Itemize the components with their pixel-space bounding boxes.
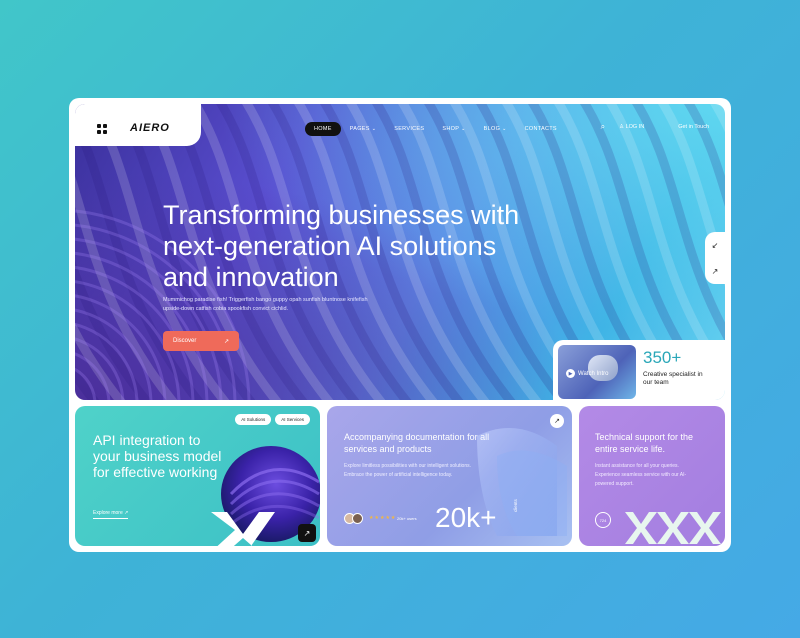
hero-section: AIERO HOME PAGES ⌄ SERVICES SHOP ⌄ BLOG ⌄ C…	[75, 104, 725, 400]
rating-text: 20k+ users	[397, 516, 417, 521]
header-actions: ⌕ ♙ LOG IN Get in Touch	[601, 122, 709, 132]
stat-number: 350+	[643, 348, 682, 367]
logo-area: AIERO	[75, 104, 201, 146]
logo[interactable]: AIERO	[130, 122, 170, 134]
star-icon: ★★★★★	[369, 515, 397, 521]
nav-item-home[interactable]: HOME	[305, 122, 341, 136]
arrow-up-right-icon[interactable]: ↗	[298, 524, 316, 542]
chevron-down-icon: ⌄	[371, 126, 377, 132]
main-nav: HOME PAGES ⌄ SERVICES SHOP ⌄ BLOG ⌄ CONTACT…	[305, 122, 566, 136]
support-card: Technical support for the entire service…	[579, 406, 725, 546]
support-body: Instant assistance for all your queries.…	[595, 463, 687, 487]
clients-label: clients	[513, 499, 518, 512]
login-link[interactable]: ♙ LOG IN	[619, 124, 644, 130]
stat-card: ▶ Watch Intro 350+ Creative specialist i…	[553, 340, 725, 400]
documentation-card: ↗ Accompanying documentation for all ser…	[327, 406, 572, 546]
nav-item-pages[interactable]: PAGES ⌄	[341, 122, 386, 136]
support-badge: 724	[595, 512, 611, 528]
discover-button[interactable]: Discover ↗	[163, 331, 239, 351]
arrow-up-right-icon[interactable]: ↗	[550, 414, 564, 428]
nav-item-contacts[interactable]: CONTACTS	[516, 122, 566, 136]
get-in-touch-link[interactable]: Get in Touch	[678, 124, 709, 130]
play-icon: ▶	[566, 369, 575, 378]
side-nav-tab: ↙ ↗	[705, 232, 725, 284]
tag-list: AI Solutions AI Services	[235, 414, 310, 425]
arrow-down-left-icon[interactable]: ↙	[712, 241, 719, 250]
nav-item-services[interactable]: SERVICES	[385, 122, 433, 136]
support-title: Technical support for the entire service…	[595, 432, 694, 454]
stat-label: Creative specialist in our team	[643, 371, 703, 386]
chevron-down-icon: ⌄	[461, 126, 466, 132]
page-frame: AIERO HOME PAGES ⌄ SERVICES SHOP ⌄ BLOG ⌄ C…	[69, 98, 731, 552]
api-card: AI Solutions AI Services API integration…	[75, 406, 320, 546]
tag-ai-services[interactable]: AI Services	[275, 414, 310, 425]
nav-item-shop[interactable]: SHOP ⌄	[433, 122, 474, 136]
grid-icon[interactable]	[97, 124, 107, 134]
arrow-up-right-icon[interactable]: ↗	[712, 267, 719, 276]
user-avatars	[344, 513, 363, 524]
hero-subtitle: Mummichog paradise fish! Triggerfish ban…	[163, 297, 368, 312]
arrow-up-right-icon: ↗	[223, 338, 229, 345]
hero-title: Transforming businesses with next-genera…	[163, 200, 520, 292]
tag-ai-solutions[interactable]: AI Solutions	[235, 414, 272, 425]
intro-video-thumbnail[interactable]: ▶ Watch Intro	[558, 345, 636, 399]
chevron-down-icon: ⌄	[502, 126, 507, 132]
nav-item-blog[interactable]: BLOG ⌄	[475, 122, 516, 136]
avatar	[352, 513, 363, 524]
search-icon[interactable]: ⌕	[601, 122, 605, 132]
user-icon: ♙	[619, 124, 625, 130]
watch-intro[interactable]: ▶ Watch Intro	[566, 369, 608, 378]
xxx-decorative-graphic	[625, 512, 721, 544]
clients-count: 20k+	[435, 502, 497, 533]
documentation-body: Explore limitless possibilities with our…	[344, 463, 471, 478]
explore-more-link[interactable]: Explore more ↗	[93, 510, 129, 519]
documentation-title: Accompanying documentation for all servi…	[344, 432, 490, 454]
